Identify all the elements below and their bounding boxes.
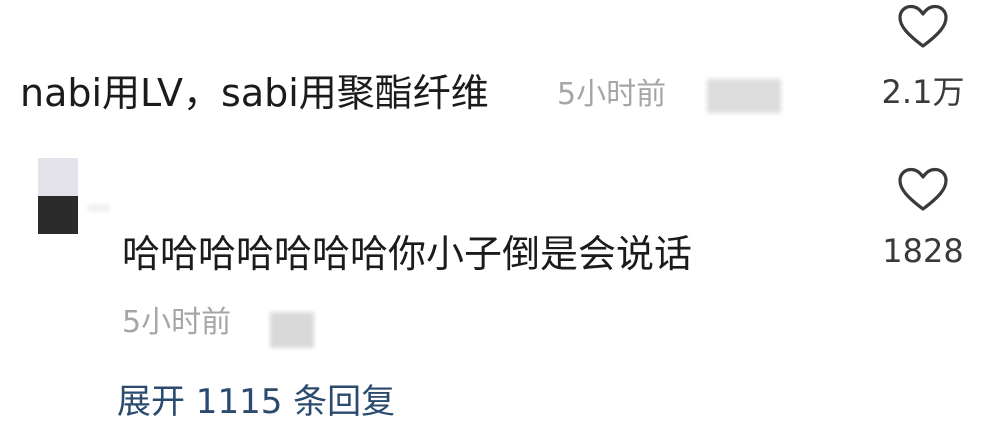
- heart-icon[interactable]: [897, 4, 949, 50]
- reply-text: 哈哈哈哈哈哈哈你小子倒是会说话: [122, 232, 693, 276]
- comment-timestamp: 5小时前: [557, 77, 667, 112]
- blurred-username: [88, 205, 110, 211]
- reply-timestamp: 5小时前: [122, 305, 232, 340]
- like-count: 1828: [882, 232, 964, 270]
- blurred-location: [270, 312, 314, 348]
- heart-icon[interactable]: [897, 167, 949, 213]
- comment-text: nabi用LV，sabi用聚酯纤维: [20, 71, 489, 115]
- like-count: 2.1万: [881, 73, 965, 111]
- avatar[interactable]: [38, 158, 78, 234]
- blurred-location: [707, 79, 781, 113]
- expand-replies-button[interactable]: 展开 1115 条回复: [117, 381, 395, 423]
